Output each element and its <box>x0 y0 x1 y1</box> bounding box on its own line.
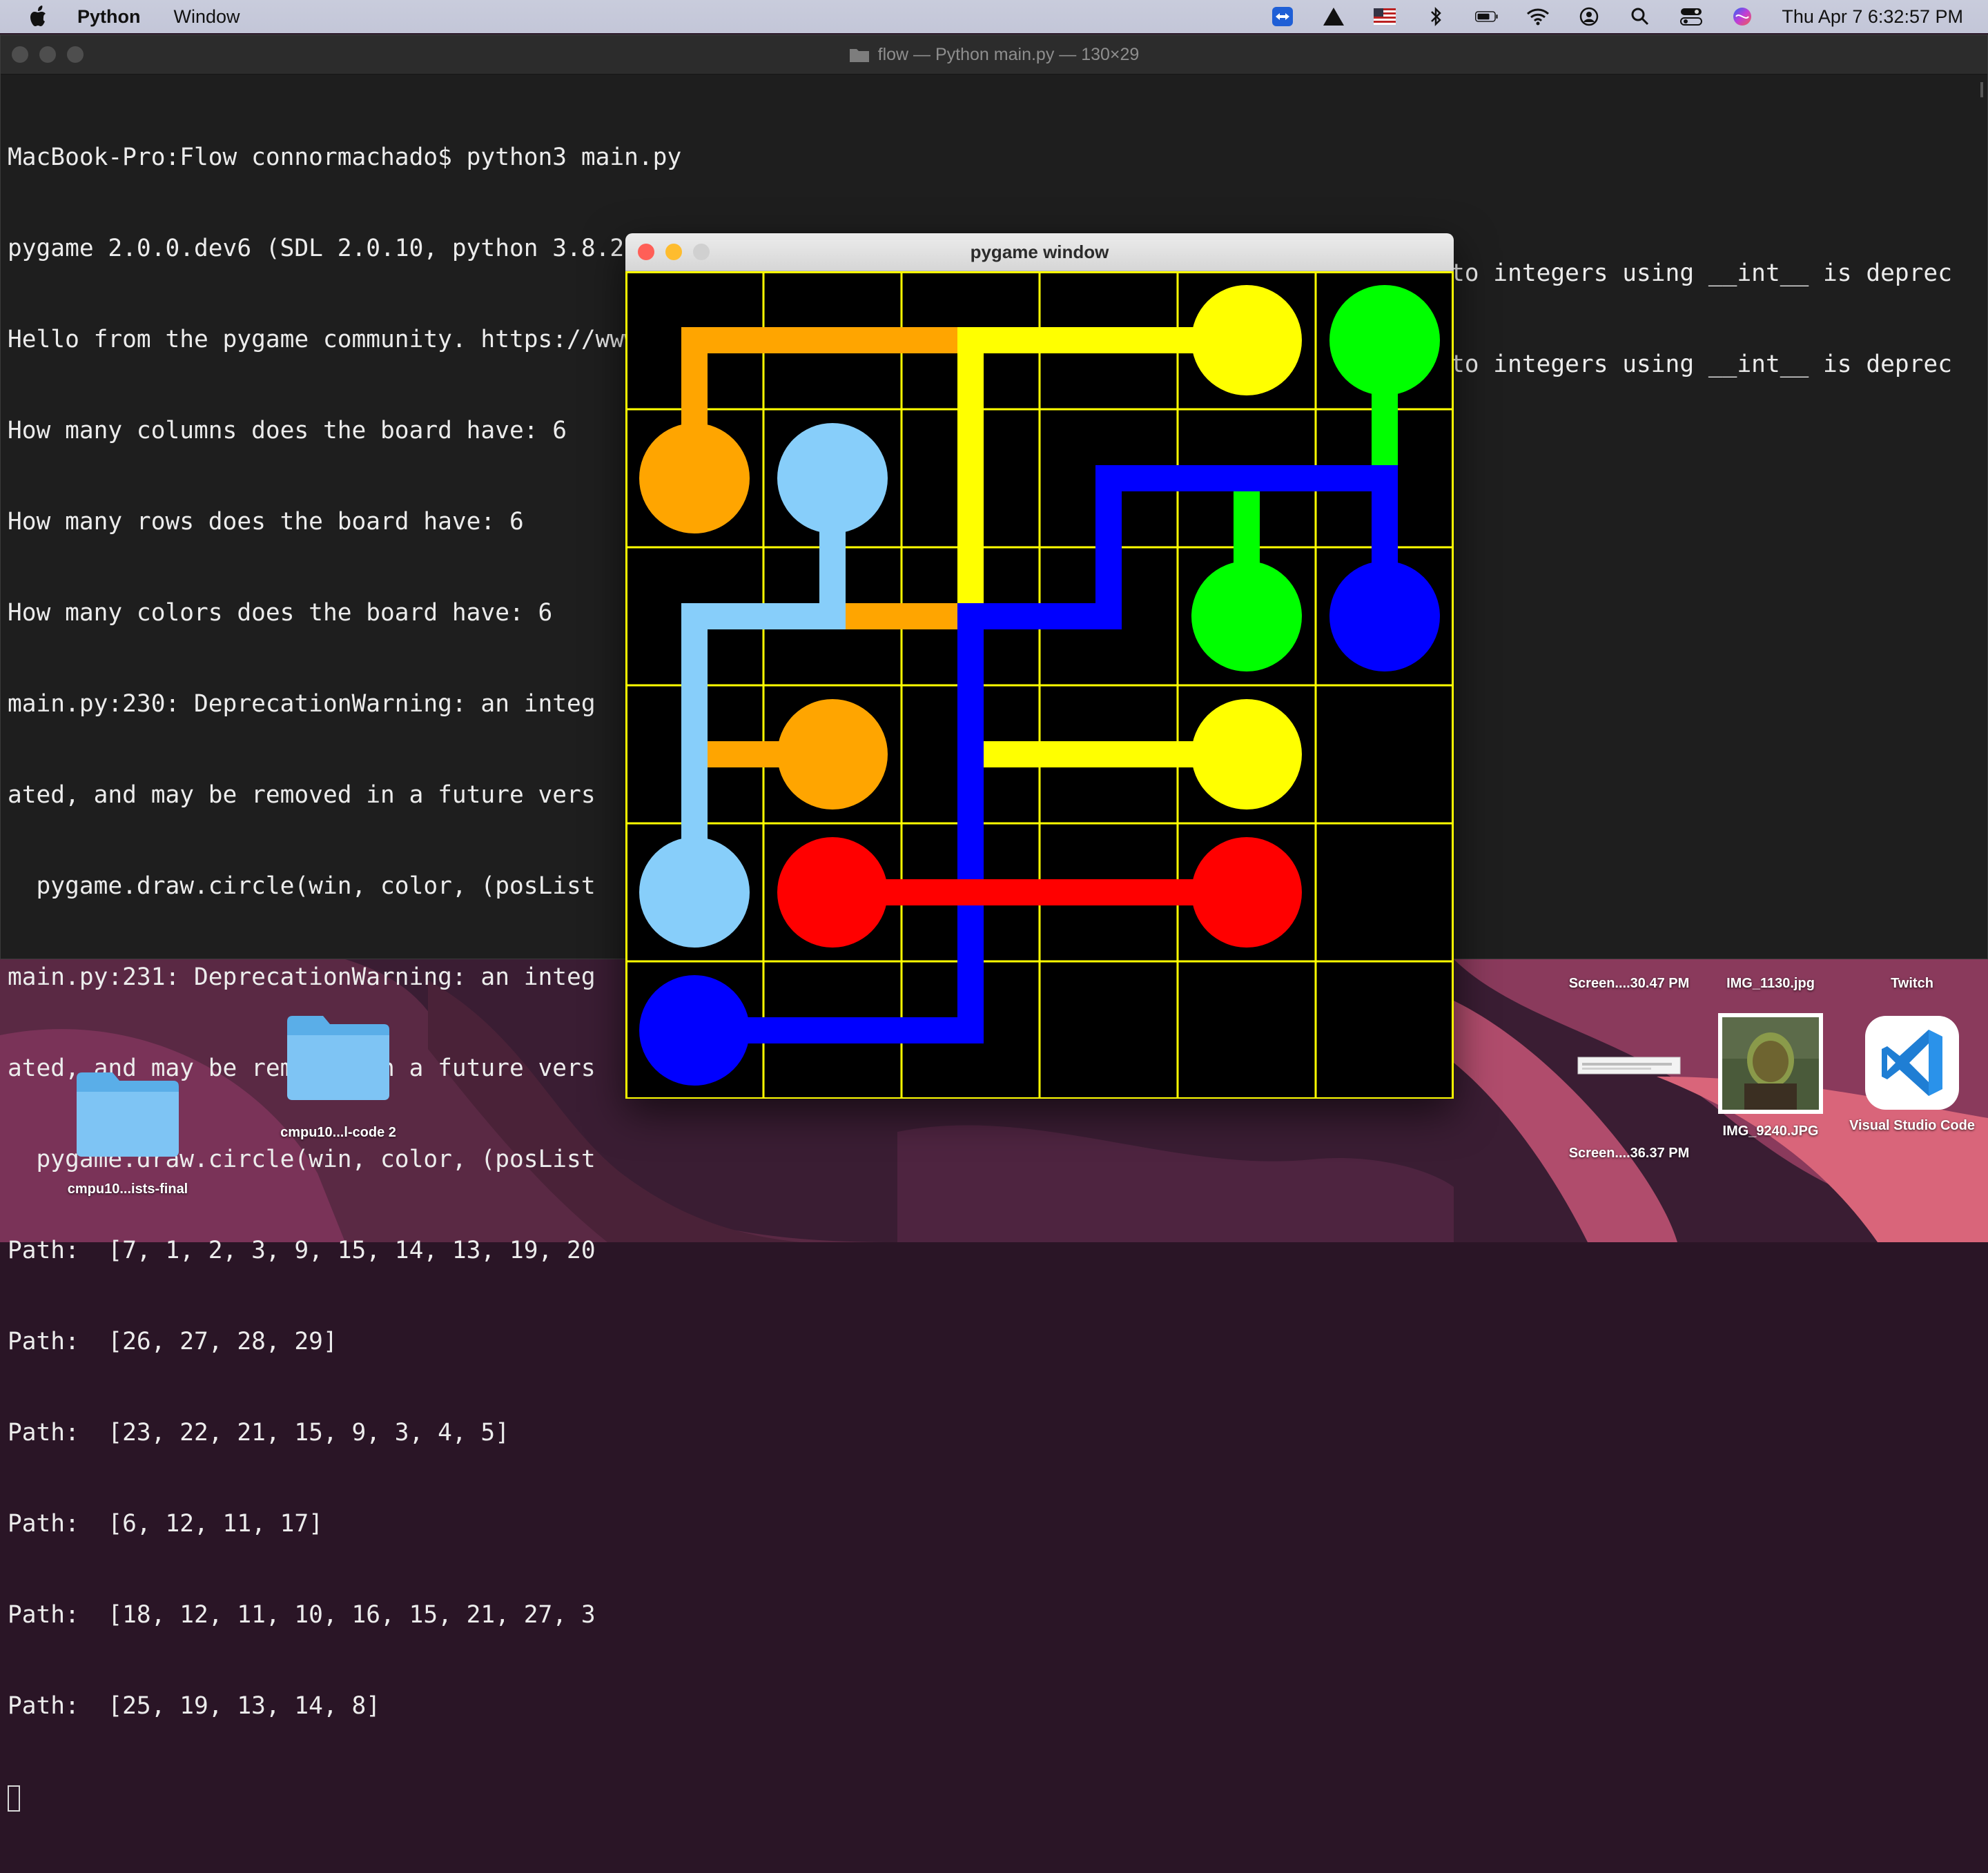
desktop-icon-label: cmpu10...l-code 2 <box>280 1125 396 1140</box>
bluetooth-icon[interactable] <box>1424 6 1448 27</box>
menubar-clock[interactable]: Thu Apr 7 6:32:57 PM <box>1782 6 1963 28</box>
desktop-img-9240[interactable]: IMG_9240.JPG <box>1698 1012 1843 1139</box>
pygame-titlebar[interactable]: pygame window <box>625 233 1454 271</box>
green-endpoint-dot[interactable] <box>1191 561 1302 671</box>
red-endpoint-dot[interactable] <box>1191 837 1302 948</box>
desktop-visual-studio-code[interactable]: Visual Studio Code <box>1836 1014 1988 1134</box>
us-flag-icon[interactable] <box>1373 6 1396 27</box>
desktop-folder-cmpu10-lists-final[interactable]: cmpu10...ists-final <box>48 1068 207 1197</box>
red-endpoint-dot[interactable] <box>777 837 888 948</box>
folder-icon <box>287 1016 389 1100</box>
yellow-endpoint-dot[interactable] <box>1191 699 1302 810</box>
terminal-line-overflow: to integers using __int__ is deprec <box>1450 351 1952 378</box>
terminal-line-overflow: to integers using __int__ is deprec <box>1450 259 1952 287</box>
terminal-line: Path: [23, 22, 21, 15, 9, 3, 4, 5] <box>8 1419 509 1447</box>
terminal-line: Path: [25, 19, 13, 14, 8] <box>8 1692 381 1720</box>
terminal-line: Path: [6, 12, 11, 17] <box>8 1510 323 1538</box>
terminal-line: Path: [26, 27, 28, 29] <box>8 1328 338 1355</box>
orange-endpoint-dot[interactable] <box>777 699 888 810</box>
teamviewer-icon[interactable] <box>1271 6 1294 27</box>
menu-bar: Python Window Thu Apr 7 6:32:57 PM <box>0 0 1988 33</box>
lightblue-endpoint-dot[interactable] <box>639 837 750 948</box>
desktop-icon-label: Screen....36.37 PM <box>1568 1146 1690 1161</box>
terminal-window-controls <box>12 46 95 63</box>
yellow-endpoint-dot[interactable] <box>1191 285 1302 395</box>
minimize-button[interactable] <box>665 244 682 260</box>
wifi-icon[interactable] <box>1526 6 1550 27</box>
pygame-window-controls <box>638 244 721 260</box>
zoom-button[interactable] <box>67 46 84 63</box>
google-drive-icon[interactable] <box>1322 6 1345 27</box>
terminal-scrollbar[interactable] <box>1980 82 1983 97</box>
desktop-icon-label: cmpu10...ists-final <box>67 1181 188 1197</box>
terminal-titlebar[interactable]: flow — Python main.py — 130×29 <box>1 35 1987 75</box>
menu-window[interactable]: Window <box>174 6 240 28</box>
close-button[interactable] <box>638 244 654 260</box>
folder-icon <box>849 49 869 62</box>
desktop-icon-label: Screen....30.47 PM <box>1568 976 1690 991</box>
screenshot-icon <box>1577 1057 1681 1075</box>
desktop-twitch[interactable]: Twitch <box>1843 976 1981 992</box>
terminal-title: flow — Python main.py — 130×29 <box>877 44 1140 64</box>
siri-icon[interactable] <box>1731 6 1754 27</box>
control-center-icon[interactable] <box>1679 6 1703 27</box>
green-endpoint-dot[interactable] <box>1329 285 1440 395</box>
pygame-window[interactable]: pygame window <box>625 233 1454 1099</box>
desktop-icon-label: IMG_9240.JPG <box>1722 1124 1819 1139</box>
desktop-screenshot-1[interactable]: Screen....30.47 PM <box>1553 976 1705 992</box>
flow-game-board[interactable] <box>625 271 1454 1099</box>
minimize-button[interactable] <box>39 46 56 63</box>
blue-endpoint-dot[interactable] <box>1329 561 1440 671</box>
blue-endpoint-dot[interactable] <box>639 975 750 1086</box>
search-icon[interactable] <box>1628 6 1652 27</box>
orange-endpoint-dot[interactable] <box>639 423 750 533</box>
folder-icon <box>77 1072 179 1157</box>
zoom-button[interactable] <box>693 244 710 260</box>
user-account-icon[interactable] <box>1577 6 1601 27</box>
desktop-img-1130[interactable]: IMG_1130.jpg <box>1698 976 1843 992</box>
desktop-screenshot-2[interactable]: Screen....36.37 PM <box>1553 1049 1705 1161</box>
battery-icon[interactable] <box>1475 6 1499 27</box>
desktop-icon-label: Twitch <box>1891 976 1933 991</box>
desktop-icon-label: Visual Studio Code <box>1849 1118 1975 1133</box>
terminal-cursor <box>8 1785 20 1812</box>
close-button[interactable] <box>12 46 28 63</box>
terminal-line: Path: [7, 1, 2, 3, 9, 15, 14, 13, 19, 20 <box>8 1237 596 1264</box>
terminal-line: Path: [18, 12, 11, 10, 16, 15, 21, 27, 3 <box>8 1601 596 1629</box>
vscode-icon <box>1865 1016 1959 1110</box>
pygame-title: pygame window <box>970 241 1109 262</box>
photo-icon <box>1718 1013 1823 1114</box>
desktop-icon-label: IMG_1130.jpg <box>1726 976 1815 991</box>
lightblue-endpoint-dot[interactable] <box>777 423 888 533</box>
desktop-folder-cmpu10-code-2[interactable]: cmpu10...l-code 2 <box>262 1012 414 1141</box>
terminal-line: MacBook-Pro:Flow connormachado$ python3 … <box>8 144 682 171</box>
apple-icon[interactable] <box>25 3 52 30</box>
app-menu-python[interactable]: Python <box>77 6 141 28</box>
